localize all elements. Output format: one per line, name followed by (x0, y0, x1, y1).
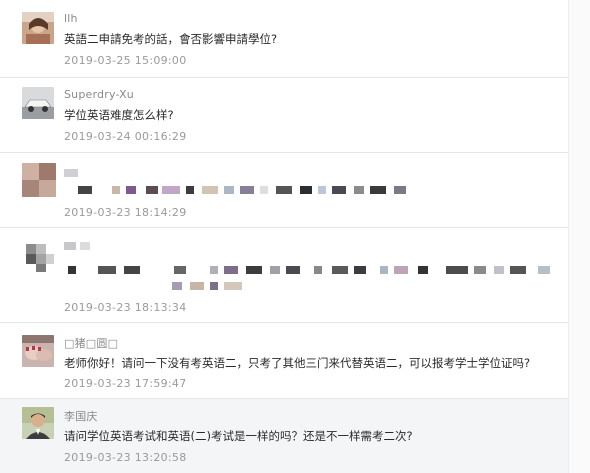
user-avatar[interactable] (22, 407, 54, 439)
comment-item: llh 英語二申請免考的話，會否影響申請學位? 2019-03-25 15:09… (0, 0, 568, 78)
comment-timestamp: 2019-03-24 00:16:29 (64, 130, 187, 143)
pixelated-username (64, 242, 104, 250)
comment-item: 2019-03-23 18:14:29 (0, 153, 568, 228)
hands-avatar-icon (22, 335, 54, 367)
comment-timestamp: 2019-03-23 18:13:34 (64, 301, 187, 314)
comment-timestamp: 2019-03-25 15:09:00 (64, 54, 187, 67)
user-avatar[interactable] (22, 240, 58, 276)
comment-item: 2019-03-23 18:13:34 (0, 228, 568, 323)
comment-timestamp: 2019-03-23 17:59:47 (64, 377, 187, 390)
comment-item: 李国庆 请问学位英语考试和英语(二)考试是一样的吗？还是不一样需考二次? 201… (0, 399, 568, 473)
comment-username[interactable]: □猪□圆□ (64, 335, 118, 351)
comments-page: llh 英語二申請免考的話，會否影響申請學位? 2019-03-25 15:09… (0, 0, 590, 473)
comment-timestamp: 2019-03-23 13:20:58 (64, 451, 187, 464)
user-avatar[interactable] (22, 335, 54, 367)
comment-content: 学位英语难度怎么样? (64, 108, 174, 122)
user-avatar[interactable] (22, 163, 56, 197)
comment-username[interactable]: 李国庆 (64, 408, 98, 424)
pixelated-content (64, 282, 254, 290)
pixelated-avatar-icon (22, 240, 58, 276)
comment-username[interactable]: Superdry-Xu (64, 88, 134, 101)
user-avatar[interactable] (22, 87, 54, 119)
comment-timestamp: 2019-03-23 18:14:29 (64, 206, 187, 219)
comment-username[interactable]: llh (64, 12, 78, 25)
comment-content: 请问学位英语考试和英语(二)考试是一样的吗？还是不一样需考二次? (64, 429, 413, 443)
comment-content: 老师你好！请问一下没有考英语二，只考了其他三门来代替英语二，可以报考学士学位证吗… (64, 356, 531, 370)
photo-avatar-icon (22, 12, 54, 44)
pixelated-avatar-icon (22, 163, 56, 197)
pixelated-content (64, 266, 554, 274)
person-avatar-icon (22, 407, 54, 439)
user-avatar[interactable] (22, 12, 54, 44)
comment-content: 英語二申請免考的話，會否影響申請學位? (64, 32, 278, 46)
comment-item: Superdry-Xu 学位英语难度怎么样? 2019-03-24 00:16:… (0, 78, 568, 153)
scrollbar-track[interactable] (568, 0, 590, 473)
car-avatar-icon (22, 87, 54, 119)
pixelated-content (64, 186, 424, 194)
comment-item: □猪□圆□ 老师你好！请问一下没有考英语二，只考了其他三门来代替英语二，可以报考… (0, 323, 568, 399)
pixelated-username (64, 169, 84, 177)
